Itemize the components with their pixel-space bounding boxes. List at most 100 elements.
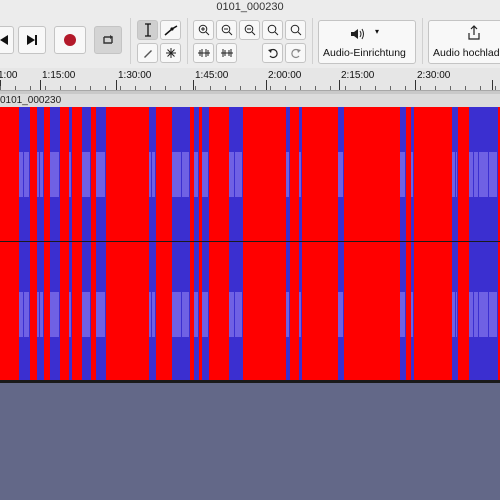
channel-divider: [0, 241, 500, 242]
timeline-ruler[interactable]: 1:00 1:15:00 1:30:00 1:45:00 2:00:00 2:1…: [0, 68, 500, 91]
ruler-minor-tick: [360, 86, 361, 90]
spectral-band: [172, 107, 182, 382]
spectral-band-highlight: [152, 152, 155, 197]
spectral-band: [452, 107, 456, 382]
ruler-minor-tick: [450, 86, 451, 90]
trim-audio-button[interactable]: [193, 43, 214, 63]
waveform[interactable]: [0, 107, 500, 382]
spectral-band: [229, 107, 235, 382]
toolbar: ▾ Audio-Einrichtung Audio hochlad: [0, 14, 500, 69]
spectral-band: [50, 107, 60, 382]
selection-tool-icon: [144, 23, 151, 37]
spectral-band: [400, 107, 406, 382]
spectral-band-highlight: [489, 292, 497, 337]
spectral-band-highlight: [235, 292, 242, 337]
ruler-minor-tick: [405, 86, 406, 90]
redo-button[interactable]: [285, 43, 306, 63]
multi-tool-button[interactable]: [160, 43, 181, 63]
ruler-minor-tick: [210, 86, 211, 90]
spectral-band-highlight: [452, 292, 455, 337]
spectral-band-highlight: [469, 152, 473, 197]
zoom-toggle-button[interactable]: [285, 20, 306, 40]
ruler-major-tick: [116, 80, 117, 90]
spectral-band-highlight: [82, 292, 90, 337]
ruler-minor-tick: [60, 86, 61, 90]
silence-audio-button[interactable]: [216, 43, 237, 63]
ruler-minor-tick: [495, 86, 496, 90]
zoom-in-button[interactable]: [193, 20, 214, 40]
toolbar-separator: [187, 18, 188, 64]
spectral-band-highlight: [456, 152, 457, 197]
draw-tool-button[interactable]: [137, 43, 158, 63]
redo-icon: [290, 48, 301, 59]
ruler-minor-tick: [195, 86, 196, 90]
spectral-band: [299, 107, 302, 382]
skip-to-end-button[interactable]: [18, 26, 46, 54]
spectral-band-highlight: [182, 292, 189, 337]
undo-button[interactable]: [262, 43, 283, 63]
ruler-minor-tick: [45, 86, 46, 90]
spectral-band-highlight: [96, 152, 105, 197]
zoom-in-icon: [198, 24, 209, 36]
ruler-minor-tick: [420, 86, 421, 90]
speaker-icon: [351, 28, 364, 40]
ruler-minor-tick: [165, 86, 166, 90]
ruler-minor-tick: [255, 86, 256, 90]
spectral-band-highlight: [194, 292, 198, 337]
record-icon: [64, 34, 76, 46]
spectral-band: [479, 107, 489, 382]
spectral-band-highlight: [69, 152, 71, 197]
envelope-tool-button[interactable]: [160, 20, 181, 40]
skip-back-button[interactable]: [0, 26, 14, 54]
selection-tool-button[interactable]: [137, 20, 158, 40]
ruler-minor-tick: [390, 86, 391, 90]
spectral-band: [40, 107, 44, 382]
ruler-minor-tick: [435, 86, 436, 90]
spectral-band-highlight: [19, 152, 23, 197]
ruler-minor-tick: [270, 86, 271, 90]
toolbar-separator: [422, 18, 423, 64]
loop-button[interactable]: [94, 26, 122, 54]
spectral-band: [474, 107, 479, 382]
ruler-minor-tick: [225, 86, 226, 90]
timeline-label: 2:15:00: [341, 70, 375, 81]
zoom-out-icon: [221, 24, 232, 36]
record-button[interactable]: [54, 26, 86, 54]
share-audio-button[interactable]: Audio hochlad: [428, 20, 500, 64]
ruler-minor-tick: [240, 86, 241, 90]
spectral-band-highlight: [400, 152, 405, 197]
spectral-band: [19, 107, 24, 382]
clip-header[interactable]: 0101_000230: [0, 94, 500, 107]
spectral-band: [489, 107, 498, 382]
trim-audio-icon: [197, 49, 210, 57]
ruler-minor-tick: [375, 86, 376, 90]
ruler-major-tick: [266, 80, 267, 90]
timeline-label: 2:30:00: [417, 70, 451, 81]
zoom-out-button[interactable]: [216, 20, 237, 40]
spectral-band-highlight: [286, 292, 289, 337]
fit-project-button[interactable]: [262, 20, 283, 40]
spectral-band-highlight: [411, 292, 413, 337]
spectral-band-highlight: [96, 292, 105, 337]
spectral-band-highlight: [229, 292, 234, 337]
ruler-minor-tick: [480, 86, 481, 90]
spectral-band-highlight: [202, 152, 208, 197]
spectral-band: [69, 107, 72, 382]
fit-selection-button[interactable]: [239, 20, 260, 40]
spectral-band-highlight: [229, 152, 234, 197]
clip-name: 0101_000230: [0, 95, 62, 106]
audio-setup-button[interactable]: ▾ Audio-Einrichtung: [318, 20, 416, 64]
spectral-band: [469, 107, 474, 382]
skip-to-end-icon: [27, 35, 37, 45]
spectral-band-highlight: [400, 292, 405, 337]
spectral-band-highlight: [338, 152, 343, 197]
spectral-band-highlight: [456, 292, 457, 337]
ruler-major-tick: [339, 80, 340, 90]
ruler-minor-tick: [135, 86, 136, 90]
ruler-minor-tick: [345, 86, 346, 90]
spectral-band-highlight: [474, 292, 478, 337]
toolbar-separator: [130, 18, 131, 64]
empty-track-area[interactable]: [0, 383, 500, 500]
spectral-band-highlight: [286, 152, 289, 197]
spectral-band: [202, 107, 209, 382]
